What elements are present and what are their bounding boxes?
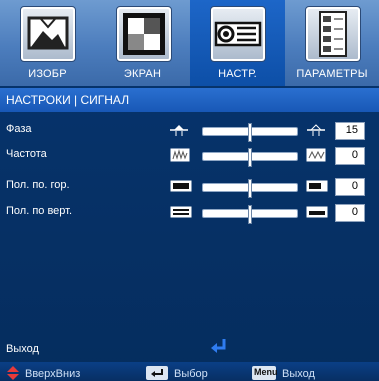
footer-updown-hint: ВверхВниз bbox=[25, 368, 81, 380]
tab-picture[interactable]: ИЗОБР bbox=[0, 0, 95, 86]
setting-value: 0 bbox=[351, 149, 358, 161]
tab-setup[interactable]: НАСТР. bbox=[190, 0, 285, 86]
footer-select-hint: Выбор bbox=[174, 368, 208, 380]
exit-item[interactable]: Выход bbox=[6, 343, 39, 355]
v-position-slider[interactable] bbox=[202, 205, 298, 224]
v-position-icon[interactable] bbox=[170, 205, 192, 219]
setting-label: Частота bbox=[6, 148, 47, 160]
tab-options[interactable]: ПАРАМЕТРЫ bbox=[285, 0, 379, 86]
setting-value: 0 bbox=[351, 180, 358, 192]
options-icon bbox=[305, 6, 361, 62]
tab-label: ИЗОБР bbox=[28, 68, 67, 80]
setting-label: Фаза bbox=[6, 123, 32, 135]
frequency-icon[interactable] bbox=[306, 148, 328, 162]
setting-row-phase[interactable]: Фаза 15 bbox=[0, 121, 379, 142]
phase-icon[interactable] bbox=[305, 123, 327, 137]
menu-key-icon: Menu bbox=[252, 366, 278, 380]
footer-exit-hint: Выход bbox=[282, 368, 315, 380]
footer-hint-bar: ВверхВниз Выбор Menu Выход bbox=[0, 362, 379, 381]
tab-screen[interactable]: ЭКРАН bbox=[95, 0, 190, 86]
picture-icon bbox=[20, 6, 76, 62]
h-position-icon[interactable] bbox=[306, 179, 328, 193]
setting-value: 15 bbox=[345, 124, 358, 136]
setting-row-h-position[interactable]: Пол. по. гор. 0 bbox=[0, 177, 379, 198]
screen-icon bbox=[116, 6, 172, 62]
osd-menu: ИЗОБР ЭКРАН НАСТР. ПАРАМЕТРЫ НАСТРОКИ | … bbox=[0, 0, 379, 381]
section-title: НАСТРОКИ | СИГНАЛ bbox=[0, 88, 379, 112]
tab-label: ЭКРАН bbox=[123, 68, 162, 80]
value-box: 0 bbox=[335, 204, 365, 222]
enter-key-icon bbox=[146, 366, 168, 380]
h-position-icon[interactable] bbox=[170, 179, 192, 193]
phase-slider[interactable] bbox=[202, 123, 298, 142]
enter-arrow-icon[interactable] bbox=[209, 338, 229, 356]
tab-strip: ИЗОБР ЭКРАН НАСТР. ПАРАМЕТРЫ bbox=[0, 0, 379, 86]
value-box: 0 bbox=[335, 178, 365, 196]
slider-knob[interactable] bbox=[248, 123, 252, 142]
setting-value: 0 bbox=[351, 206, 358, 218]
tab-label: ПАРАМЕТРЫ bbox=[296, 68, 368, 80]
slider-knob[interactable] bbox=[248, 179, 252, 198]
up-down-arrow-icon bbox=[7, 366, 19, 380]
frequency-slider[interactable] bbox=[202, 148, 298, 167]
tab-label: НАСТР. bbox=[218, 68, 257, 80]
frequency-icon[interactable] bbox=[170, 148, 192, 162]
setting-label: Пол. по верт. bbox=[6, 205, 73, 217]
setting-row-frequency[interactable]: Частота 0 bbox=[0, 146, 379, 167]
setting-row-v-position[interactable]: Пол. по верт. 0 bbox=[0, 203, 379, 224]
section-title-text: НАСТРОКИ | СИГНАЛ bbox=[6, 93, 130, 107]
h-position-slider[interactable] bbox=[202, 179, 298, 198]
projector-icon bbox=[210, 6, 266, 62]
v-position-icon[interactable] bbox=[306, 205, 328, 219]
value-box: 0 bbox=[335, 147, 365, 165]
slider-knob[interactable] bbox=[248, 148, 252, 167]
setting-label: Пол. по. гор. bbox=[6, 179, 70, 191]
slider-knob[interactable] bbox=[248, 205, 252, 224]
value-box: 15 bbox=[335, 122, 365, 140]
menu-key-label: Menu bbox=[254, 367, 278, 377]
phase-icon[interactable] bbox=[168, 123, 190, 137]
